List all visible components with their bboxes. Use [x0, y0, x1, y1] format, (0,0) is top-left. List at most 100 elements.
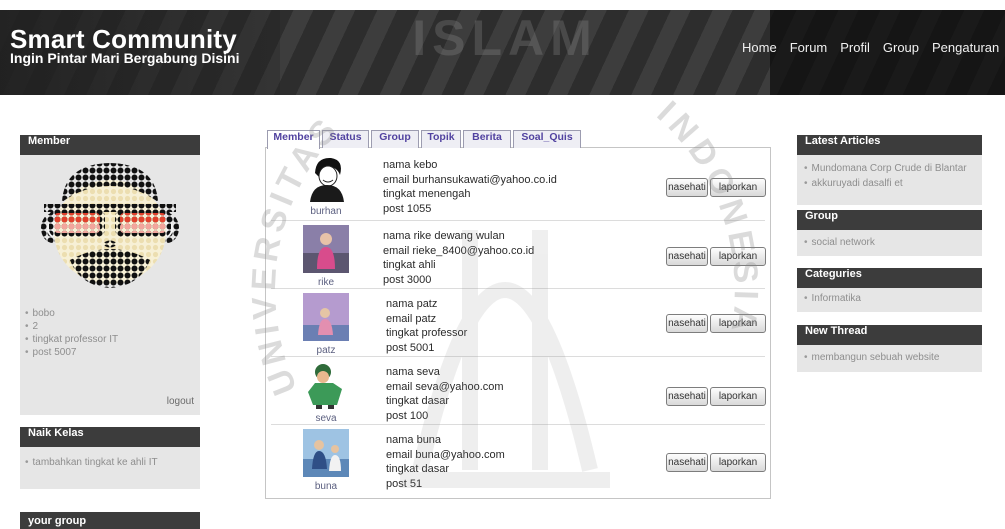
member-nama: nama kebo: [383, 159, 438, 171]
categories-title: Categuries: [797, 268, 982, 288]
list-item: • tingkat professor IT: [25, 334, 119, 345]
member-avatar[interactable]: [303, 154, 349, 202]
member-box: • bobo • 2 • tingkat professor IT • post 500…: [20, 155, 200, 415]
list-item: • bobo: [25, 308, 55, 319]
member-info: nama kebo email burhansukawati@yahoo.co.…: [383, 158, 557, 216]
naik-kelas-list: • tambahkan tingkat ke ahli IT: [25, 456, 158, 469]
member-row: rike nama rike dewang wulan email rieke_…: [266, 222, 770, 290]
new-thread-list: • membangun sebuah website: [804, 350, 939, 365]
member-box-title: Member: [20, 135, 200, 155]
tab-soal-quis[interactable]: Soal_Quis: [513, 130, 581, 148]
group-box: • social network: [797, 230, 982, 256]
naik-kelas-box: • tambahkan tingkat ke ahli IT: [20, 447, 200, 489]
member-username-link[interactable]: patz: [286, 345, 366, 356]
member-post: post 100: [386, 409, 429, 422]
member-avatar[interactable]: [303, 293, 349, 341]
new-thread-box: • membangun sebuah website: [797, 345, 982, 372]
laporkan-button[interactable]: laporkan: [710, 247, 766, 266]
article-link[interactable]: • Mundomana Corp Crude di Blantar: [804, 161, 967, 176]
member-info: nama seva email seva@yahoo.com tingkat d…: [386, 365, 504, 423]
row-divider: [271, 424, 765, 425]
site-header: Smart Community Ingin Pintar Mari Bergab…: [0, 10, 1005, 95]
member-post: post 5001: [386, 341, 435, 354]
category-link[interactable]: • Informatika: [804, 291, 861, 306]
tab-member[interactable]: Member: [267, 130, 320, 149]
member-post: post 51: [386, 477, 423, 490]
main-nav: Home Forum Profil Group Pengaturan: [742, 40, 999, 55]
nasehati-button[interactable]: nasehati: [666, 247, 708, 266]
member-email: email rieke_8400@yahoo.co.id: [383, 244, 535, 257]
nav-profil[interactable]: Profil: [840, 40, 870, 55]
logout-link[interactable]: logout: [167, 396, 194, 407]
latest-articles-box: • Mundomana Corp Crude di Blantar • akkuru…: [797, 155, 982, 205]
nasehati-button[interactable]: nasehati: [666, 314, 708, 333]
your-group-title: your group: [20, 512, 200, 529]
list-item: • post 5007: [25, 347, 77, 358]
laporkan-button[interactable]: laporkan: [710, 387, 766, 406]
latest-articles-list: • Mundomana Corp Crude di Blantar • akkuru…: [804, 161, 967, 191]
group-list: • social network: [804, 235, 875, 250]
member-nama: nama buna: [386, 434, 442, 446]
member-info: nama rike dewang wulan email rieke_8400@…: [383, 229, 534, 287]
member-nama: nama seva: [386, 366, 440, 378]
member-info: nama buna email buna@yahoo.com tingkat d…: [386, 433, 505, 491]
member-username-link[interactable]: seva: [286, 413, 366, 424]
laporkan-button[interactable]: laporkan: [710, 178, 766, 197]
member-tingkat: tingkat menengah: [383, 188, 471, 200]
member-nama: nama rike dewang wulan: [383, 230, 505, 242]
laporkan-button[interactable]: laporkan: [710, 453, 766, 472]
user-avatar[interactable]: [40, 160, 180, 290]
thread-link[interactable]: • membangun sebuah website: [804, 350, 939, 365]
tab-status[interactable]: Status: [322, 130, 369, 148]
nav-group[interactable]: Group: [883, 40, 919, 55]
member-avatar[interactable]: [303, 361, 349, 409]
member-nama: nama patz: [386, 298, 438, 310]
latest-articles-title: Latest Articles: [797, 135, 982, 155]
member-row: burhan nama kebo email burhansukawati@ya…: [266, 151, 770, 219]
tab-topik[interactable]: Topik: [421, 130, 461, 148]
member-info: nama patz email patz tingkat professor p…: [386, 297, 467, 355]
member-email: email patz: [386, 312, 437, 325]
member-row: seva nama seva email seva@yahoo.com ting…: [266, 358, 770, 426]
group-box-title: Group: [797, 210, 982, 230]
naik-kelas-link[interactable]: • tambahkan tingkat ke ahli IT: [25, 456, 158, 469]
tab-berita[interactable]: Berita: [463, 130, 511, 148]
member-row: buna nama buna email buna@yahoo.com ting…: [266, 426, 770, 494]
member-list-panel: burhan nama kebo email burhansukawati@ya…: [265, 147, 771, 499]
nasehati-button[interactable]: nasehati: [666, 453, 708, 472]
member-post: post 1055: [383, 202, 432, 215]
list-item: • 2: [25, 321, 39, 332]
member-tingkat: tingkat professor: [386, 327, 468, 339]
naik-kelas-title: Naik Kelas: [20, 427, 200, 447]
nasehati-button[interactable]: nasehati: [666, 387, 708, 406]
categories-list: • Informatika: [804, 291, 861, 306]
site-subtitle: Ingin Pintar Mari Bergabung Disini: [10, 50, 240, 66]
laporkan-button[interactable]: laporkan: [710, 314, 766, 333]
tab-group[interactable]: Group: [371, 130, 419, 148]
member-email: email seva@yahoo.com: [386, 380, 504, 393]
row-divider: [271, 220, 765, 221]
new-thread-title: New Thread: [797, 325, 982, 345]
member-tingkat: tingkat dasar: [386, 395, 449, 407]
member-username-link[interactable]: rike: [286, 277, 366, 288]
member-username-link[interactable]: burhan: [286, 206, 366, 217]
nav-home[interactable]: Home: [742, 40, 777, 55]
member-email: email buna@yahoo.com: [386, 448, 505, 461]
member-info-list: • bobo • 2 • tingkat professor IT • post 500…: [25, 307, 118, 359]
member-avatar[interactable]: [303, 225, 349, 273]
row-divider: [271, 288, 765, 289]
nasehati-button[interactable]: nasehati: [666, 178, 708, 197]
member-tingkat: tingkat ahli: [383, 259, 436, 271]
group-link[interactable]: • social network: [804, 235, 875, 250]
article-link[interactable]: • akkuruyadi dasalfi et: [804, 176, 967, 191]
member-row: patz nama patz email patz tingkat profes…: [266, 290, 770, 358]
member-post: post 3000: [383, 273, 432, 286]
member-avatar[interactable]: [303, 429, 349, 477]
nav-pengaturan[interactable]: Pengaturan: [932, 40, 999, 55]
member-username-link[interactable]: buna: [286, 481, 366, 492]
categories-box: • Informatika: [797, 288, 982, 312]
nav-forum[interactable]: Forum: [790, 40, 828, 55]
member-email: email burhansukawati@yahoo.co.id: [383, 173, 557, 186]
row-divider: [271, 356, 765, 357]
member-tingkat: tingkat dasar: [386, 463, 449, 475]
